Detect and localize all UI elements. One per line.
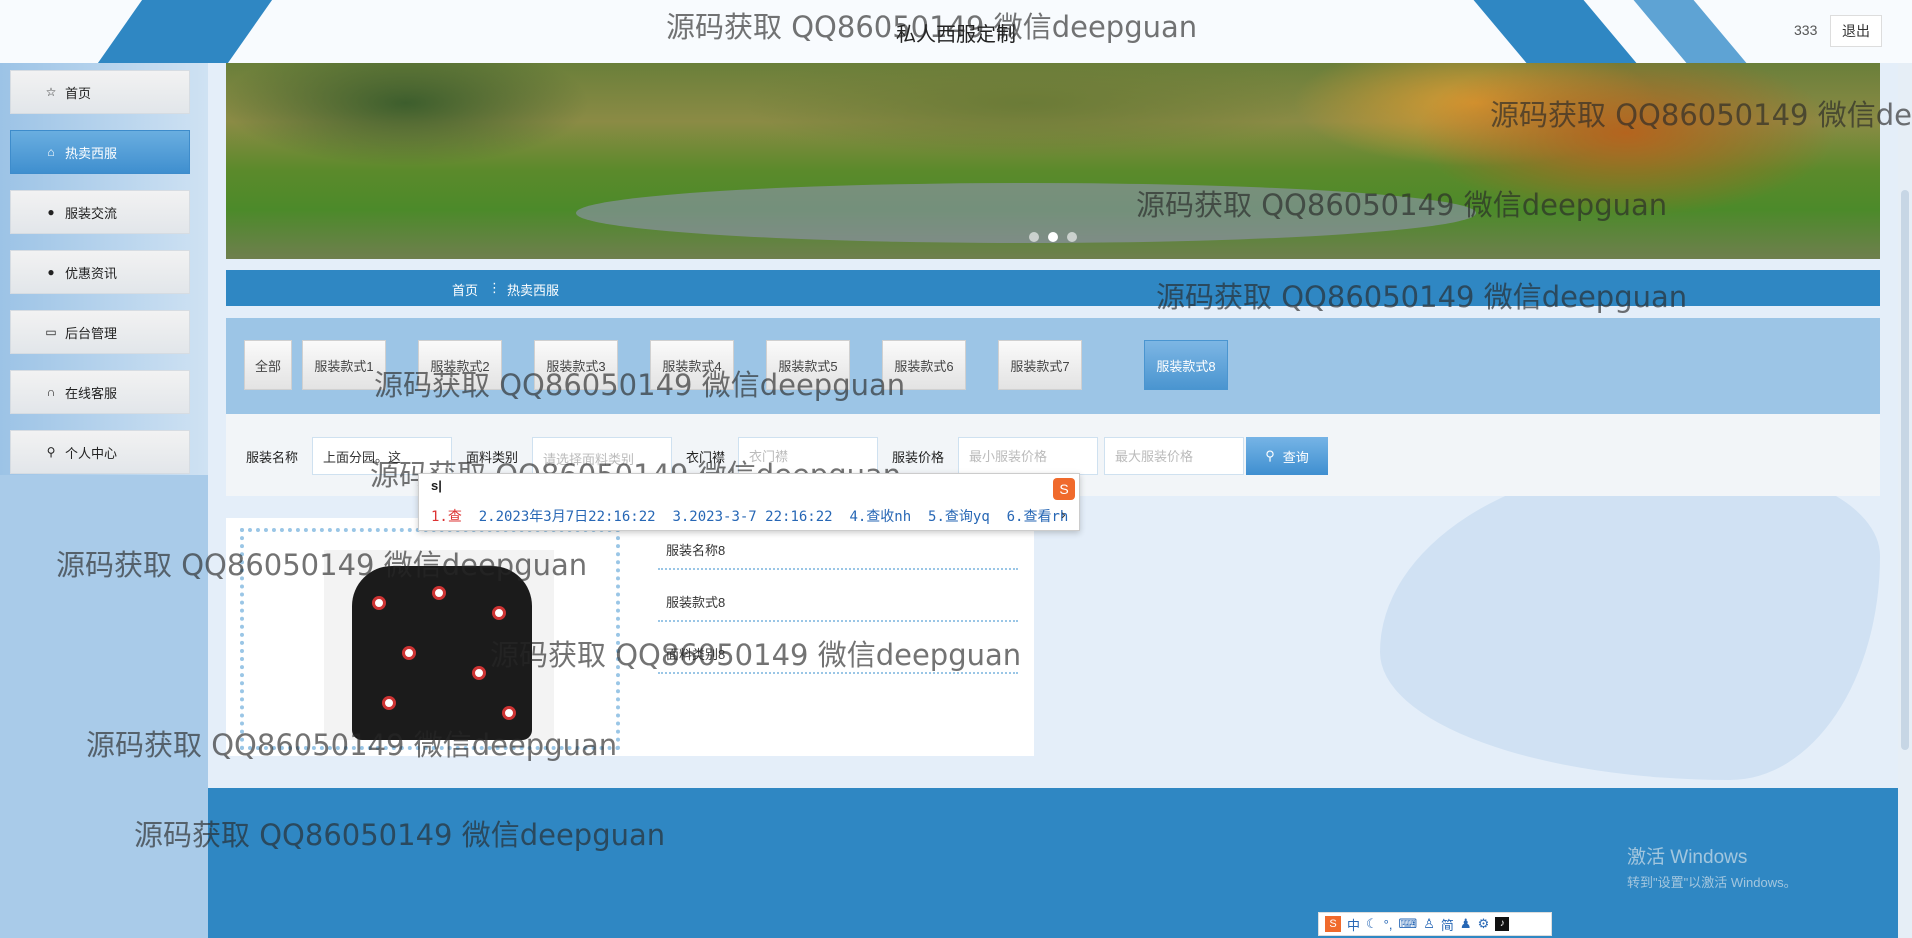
product-name: 服装名称8 [666,543,726,558]
breadcrumb-current: 热卖西服 [507,283,560,298]
flower-pattern [492,606,506,620]
briefcase-icon: ▭ [45,325,57,339]
flower-pattern [382,696,396,710]
sidebar-item-profile[interactable]: ⚲ 个人中心 [10,430,190,474]
ime-composition: s| [431,478,442,493]
sidebar-item-home[interactable]: ☆ 首页 [10,70,190,114]
ime-simplified-toggle[interactable]: 简 [1441,915,1454,934]
watermark: 源码获取 QQ86050149 微信deepguan [86,728,618,762]
sidebar-item-label: 个人中心 [65,445,118,461]
divider [658,620,1018,622]
min-price-input[interactable] [958,437,1098,475]
star-icon: ☆ [45,85,57,99]
sidebar-item-label: 在线客服 [65,385,118,401]
tab-all[interactable]: 全部 [244,340,292,390]
punctuation-icon[interactable]: °, [1384,917,1393,932]
user-name[interactable]: 333 [1794,22,1817,38]
ime-candidate[interactable]: 6.查看rh [1007,509,1069,525]
watermark: 源码获取 QQ86050149 微信deepguan [56,548,588,582]
breadcrumb-home[interactable]: 首页 [452,280,478,299]
sidebar-item-admin[interactable]: ▭ 后台管理 [10,310,190,354]
max-price-input[interactable] [1104,437,1244,475]
sidebar-item-label: 服装交流 [65,205,118,221]
product-style: 服装款式8 [666,595,726,610]
ime-candidate[interactable]: 5.查询yq [928,509,990,525]
watermark: 源码获取 QQ86050149 微信de [1490,98,1912,132]
carousel-dot-2[interactable] [1048,232,1058,242]
sidebar-item-label: 优惠资讯 [65,265,118,281]
flower-pattern [472,666,486,680]
ime-candidate[interactable]: 1.查 [431,509,462,525]
name-label: 服装名称 [246,450,299,465]
user-icon: ⚲ [46,445,56,459]
activation-subtitle: 转到"设置"以激活 Windows。 [1627,875,1797,890]
logout-button[interactable]: 退出 [1830,15,1882,47]
flower-pattern [432,586,446,600]
carousel-dot-1[interactable] [1029,232,1039,242]
flower-pattern [402,646,416,660]
watermark: 源码获取 QQ86050149 微信deepguan [134,818,666,852]
sidebar-item-label: 后台管理 [65,325,118,341]
alert-icon: ● [47,205,55,219]
flower-pattern [502,706,516,720]
chevron-right-icon[interactable]: › [1061,506,1066,522]
ime-candidate[interactable]: 4.查收nh [849,509,911,525]
activation-title: 激活 Windows [1627,847,1748,868]
ime-candidate[interactable]: 2.2023年3月7日22:16:22 [479,509,656,525]
ime-lang-toggle[interactable]: 中 [1347,915,1360,934]
divider [658,568,1018,570]
sidebar-item-label: 首页 [65,85,92,101]
sogou-icon[interactable]: S [1325,916,1341,932]
ime-toolbar[interactable]: S 中 ☾ °, ⌨ ♙ 简 ♟ ⚙ ♪ [1318,912,1552,936]
query-button[interactable]: ⚲ 查询 [1246,437,1328,475]
sidebar-item-label: 热卖西服 [65,145,118,161]
gear-icon[interactable]: ⚙ [1478,916,1490,932]
bag-icon: ⌂ [47,145,55,159]
question-icon: ● [47,265,55,279]
watermark: 源码获取 QQ86050149 微信deepguan [374,368,906,402]
breadcrumb-separator: ⋮ [488,280,501,295]
tiktok-icon[interactable]: ♪ [1495,917,1510,931]
sidebar-item-promotions[interactable]: ● 优惠资讯 [10,250,190,294]
keyboard-icon[interactable]: ⌨ [1398,916,1417,932]
watermark: 源码获取 QQ86050149 微信deepguan [1156,280,1688,314]
sidebar-item-online-service[interactable]: ∩ 在线客服 [10,370,190,414]
watermark: 源码获取 QQ86050149 微信deepguan [1136,188,1668,222]
tab-style-7[interactable]: 服装款式7 [998,340,1082,390]
query-button-label: 查询 [1282,449,1309,465]
sidebar-item-clothing-forum[interactable]: ● 服装交流 [10,190,190,234]
ime-candidate-popup[interactable]: s| S 1.查 2.2023年3月7日22:16:22 3.2023-3-7 … [418,473,1080,531]
windows-activation-watermark: 激活 Windows 转到"设置"以激活 Windows。 [1627,842,1797,891]
watermark: 源码获取 QQ86050149 微信deepguan [490,638,1022,672]
search-icon: ⚲ [1265,448,1275,463]
headset-icon: ∩ [46,385,56,399]
user-icon[interactable]: ♙ [1423,916,1435,932]
sidebar-item-hot-suits[interactable]: ⌂ 热卖西服 [10,130,190,174]
skin-icon[interactable]: ♟ [1460,916,1472,932]
scrollbar-thumb[interactable] [1901,190,1909,750]
sogou-icon[interactable]: S [1053,478,1075,500]
moon-icon[interactable]: ☾ [1366,916,1378,932]
ime-candidates[interactable]: 1.查 2.2023年3月7日22:16:22 3.2023-3-7 22:16… [431,506,1068,526]
tab-style-8[interactable]: 服装款式8 [1144,340,1228,390]
ime-candidate[interactable]: 3.2023-3-7 22:16:22 [672,509,832,525]
watermark: 源码获取 QQ86050149 微信deepguan [666,10,1198,44]
carousel-dot-3[interactable] [1067,232,1077,242]
flower-pattern [372,596,386,610]
